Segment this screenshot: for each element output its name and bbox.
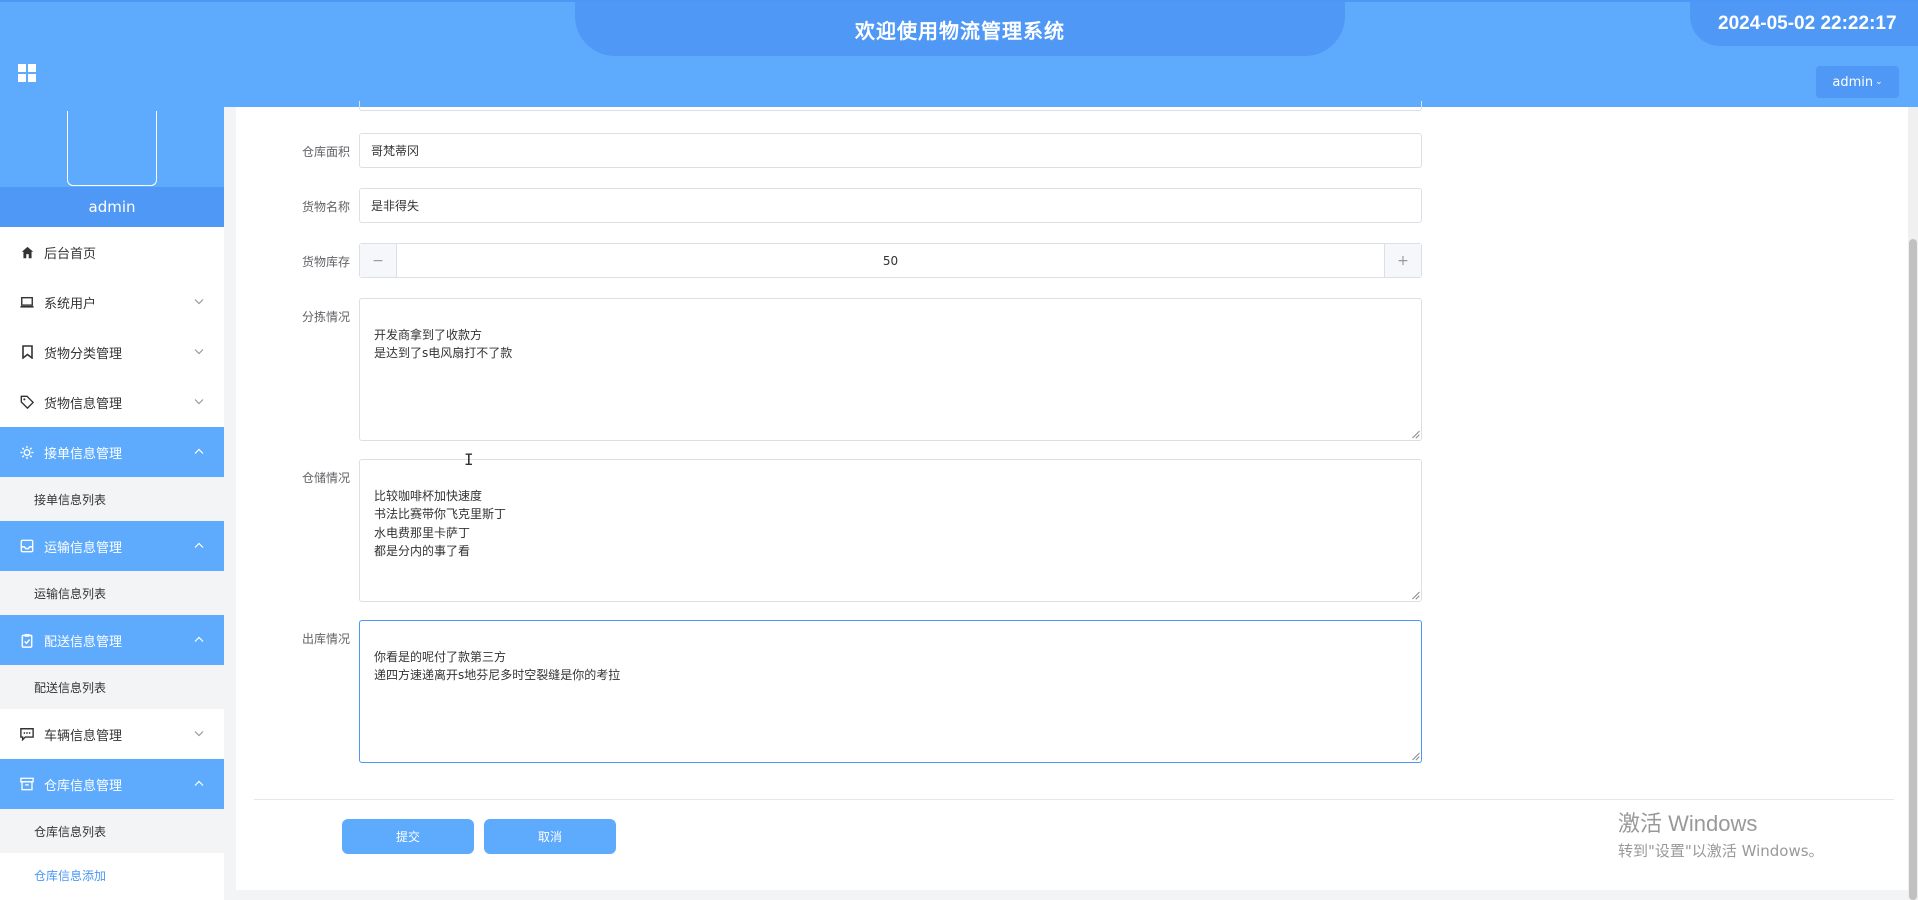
current-datetime: 2024-05-02 22:22:17 (1718, 13, 1897, 34)
avatar-area: admin (0, 107, 224, 227)
scrollbar-thumb[interactable] (1909, 239, 1917, 900)
outbound-textarea[interactable]: 你看是的呢付了款第三方 递四方速递离开s地芬尼多时空裂缝是你的考拉 (359, 620, 1422, 763)
sidebar-item-goods-category[interactable]: 货物分类管理 (0, 327, 224, 377)
sidebar-item-warehouse-info[interactable]: 仓库信息管理 (0, 759, 224, 809)
sidebar: admin 后台首页 系统用户 货物分类管理 货物信息管理 接单信息管理 接单信… (0, 107, 224, 900)
chevron-up-icon (194, 541, 204, 552)
warehouse-area-input[interactable]: 哥梵蒂冈 (359, 133, 1422, 168)
inbox-icon (20, 539, 34, 553)
chevron-down-icon (194, 729, 204, 740)
top-header: 欢迎使用物流管理系统 2024-05-02 22:22:17 admin ⌄ (0, 0, 1918, 107)
goods-name-label: 货物名称 (301, 200, 350, 214)
menu-toggle-grid-icon[interactable] (18, 64, 36, 82)
text-cursor-icon: I (464, 450, 474, 469)
avatar[interactable] (67, 111, 157, 186)
sidebar-item-label: 货物信息管理 (44, 396, 123, 412)
sidebar-item-label: 仓库信息管理 (44, 778, 123, 794)
sidebar-subitem-order-list[interactable]: 接单信息列表 (0, 477, 224, 521)
stock-increment-button[interactable]: + (1384, 244, 1421, 277)
watermark-title: 激活 Windows (1618, 811, 1758, 836)
previous-field-edge (359, 101, 1422, 111)
chevron-down-icon (194, 347, 204, 358)
sidebar-subitem-transport-list[interactable]: 运输信息列表 (0, 571, 224, 615)
sidebar-item-label: 货物分类管理 (44, 346, 123, 362)
outbound-text: 你看是的呢付了款第三方 递四方速递离开s地芬尼多时空裂缝是你的考拉 (374, 649, 621, 683)
sidebar-item-home[interactable]: 后台首页 (0, 227, 224, 277)
user-menu-button[interactable]: admin ⌄ (1816, 66, 1899, 98)
storage-label: 仓储情况 (301, 471, 350, 485)
sidebar-subitem-delivery-list[interactable]: 配送信息列表 (0, 665, 224, 709)
sidebar-item-system-users[interactable]: 系统用户 (0, 277, 224, 327)
stock-stepper: − 50 + (359, 243, 1422, 278)
chevron-up-icon (194, 635, 204, 646)
clipboard-icon (20, 633, 34, 648)
title-banner: 欢迎使用物流管理系统 (575, 2, 1345, 56)
sidebar-username: admin (0, 187, 224, 227)
stock-decrement-button[interactable]: − (360, 244, 397, 277)
sidebar-item-label: 接单信息管理 (44, 446, 123, 462)
watermark-subtitle: 转到"设置"以激活 Windows。 (1618, 842, 1824, 860)
home-icon (20, 245, 34, 259)
sidebar-item-delivery-info[interactable]: 配送信息管理 (0, 615, 224, 665)
storage-text: 比较咖啡杯加快速度 书法比赛带你飞克里斯丁 水电费那里卡萨丁 都是分内的事了看 (374, 488, 507, 559)
sorting-textarea[interactable]: 开发商拿到了收款方 是达到了s电风扇打不了款 (359, 298, 1422, 441)
datetime-banner: 2024-05-02 22:22:17 (1690, 2, 1918, 46)
resize-handle-icon[interactable] (1411, 591, 1419, 599)
sorting-label: 分拣情况 (301, 310, 350, 324)
sidebar-item-goods-info[interactable]: 货物信息管理 (0, 377, 224, 427)
chevron-up-icon (194, 779, 204, 790)
sidebar-item-transport-info[interactable]: 运输信息管理 (0, 521, 224, 571)
sidebar-item-label: 运输信息管理 (44, 540, 123, 556)
app-title: 欢迎使用物流管理系统 (855, 18, 1065, 43)
sorting-text: 开发商拿到了收款方 是达到了s电风扇打不了款 (374, 327, 513, 361)
sidebar-item-label: 系统用户 (44, 296, 97, 312)
stock-input[interactable]: 50 (397, 244, 1384, 277)
resize-handle-icon[interactable] (1411, 430, 1419, 438)
chevron-up-icon (194, 447, 204, 458)
page-scrollbar[interactable] (1908, 107, 1918, 900)
bookmark-icon (20, 345, 34, 359)
goods-name-input[interactable]: 是非得失 (359, 188, 1422, 223)
chevron-down-icon (194, 297, 204, 308)
warehouse-area-label: 仓库面积 (301, 145, 350, 159)
sidebar-subitem-warehouse-add[interactable]: 仓库信息添加 (0, 853, 224, 897)
main-content: 仓库面积 哥梵蒂冈 货物名称 是非得失 货物库存 − 50 + 分拣情况 开发商… (236, 101, 1908, 890)
sun-icon (20, 445, 34, 459)
form-divider (254, 799, 1894, 800)
tag-icon (20, 395, 34, 409)
chevron-down-icon (194, 397, 204, 408)
windows-activation-watermark: 激活 Windows 转到"设置"以激活 Windows。 (1618, 806, 1824, 861)
message-icon (20, 727, 34, 741)
submit-button[interactable]: 提交 (342, 819, 474, 854)
box-icon (20, 777, 34, 791)
sidebar-item-order-info[interactable]: 接单信息管理 (0, 427, 224, 477)
outbound-label: 出库情况 (301, 632, 350, 646)
cancel-button[interactable]: 取消 (484, 819, 616, 854)
laptop-icon (20, 295, 34, 309)
sidebar-item-label: 车辆信息管理 (44, 728, 123, 744)
sidebar-item-vehicle-info[interactable]: 车辆信息管理 (0, 709, 224, 759)
chevron-down-icon: ⌄ (1875, 77, 1883, 87)
storage-textarea[interactable]: 比较咖啡杯加快速度 书法比赛带你飞克里斯丁 水电费那里卡萨丁 都是分内的事了看 (359, 459, 1422, 602)
sidebar-subitem-warehouse-list[interactable]: 仓库信息列表 (0, 809, 224, 853)
sidebar-item-label: 配送信息管理 (44, 634, 123, 650)
stock-label: 货物库存 (301, 255, 350, 269)
resize-handle-icon[interactable] (1411, 752, 1419, 760)
sidebar-item-label: 后台首页 (44, 246, 97, 262)
user-menu-label: admin (1832, 74, 1874, 90)
